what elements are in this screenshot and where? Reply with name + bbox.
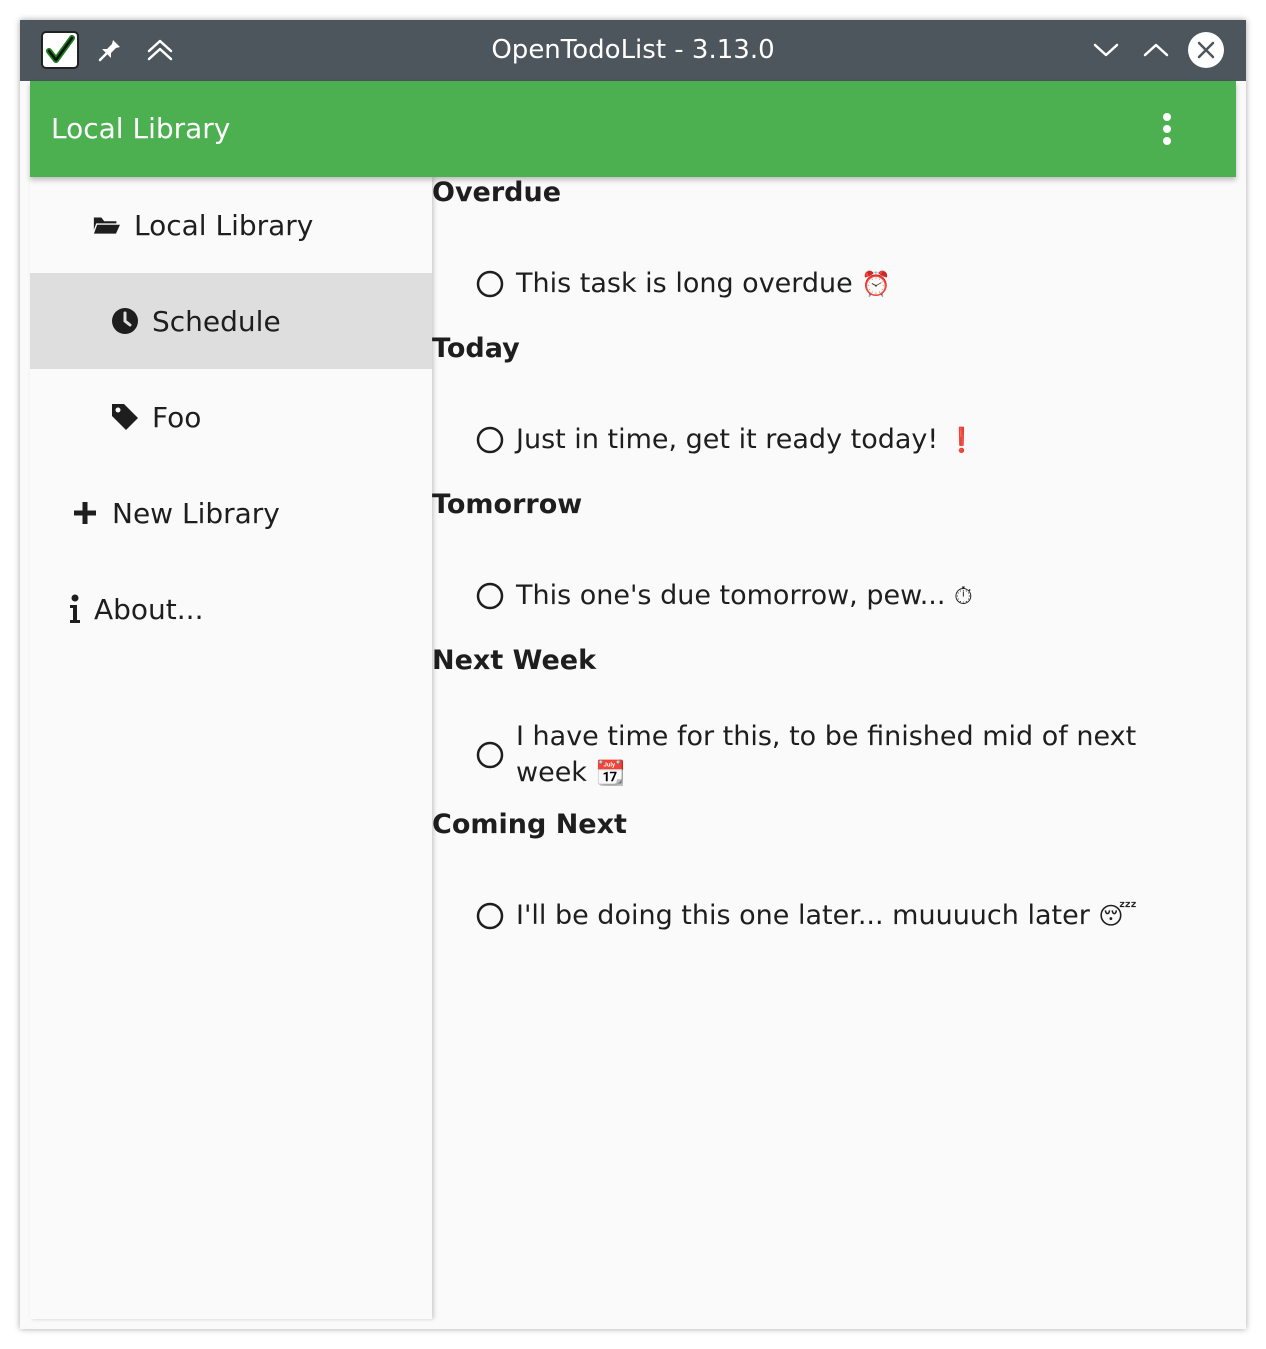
minimize-button[interactable] [1086, 30, 1126, 70]
sidebar-item-label: Schedule [152, 304, 281, 338]
sidebar-item-foo[interactable]: Foo [30, 369, 432, 465]
sidebar-item-schedule[interactable]: Schedule [30, 273, 432, 369]
task-checkbox-icon[interactable] [476, 902, 504, 930]
more-options-icon[interactable] [1152, 109, 1182, 149]
tag-icon [110, 402, 140, 432]
info-icon [64, 594, 86, 624]
sidebar-item-local-library[interactable]: Local Library [30, 177, 432, 273]
sidebar: Local Library Schedule Foo New Library A… [30, 177, 432, 1319]
exclamation-icon: ❗ [946, 426, 977, 454]
sleeping-face-icon: 😴 [1098, 902, 1137, 930]
sidebar-item-label: New Library [112, 496, 280, 530]
sidebar-item-about[interactable]: About... [30, 561, 432, 657]
calendar-icon: 📆 [595, 759, 626, 787]
header-title: Local Library [51, 112, 231, 145]
app-window: OpenTodoList - 3.13.0 Local Library Loca… [20, 20, 1246, 1329]
task-title: I'll be doing this one later... muuuuch … [516, 900, 1090, 931]
folder-open-icon [92, 210, 122, 240]
schedule-view: Overdue This task is long overdue ⏰ Toda… [432, 177, 1236, 1319]
sidebar-item-label: Local Library [134, 208, 314, 242]
alarm-clock-icon: ⏰ [861, 270, 892, 298]
task-item[interactable]: This one's due tomorrow, pew... ⏱ [476, 578, 1196, 614]
sidebar-item-new-library[interactable]: New Library [30, 465, 432, 561]
task-title: This task is long overdue [516, 268, 853, 299]
task-checkbox-icon[interactable] [476, 582, 504, 610]
plus-icon [70, 498, 100, 528]
clock-icon [110, 306, 140, 336]
task-item[interactable]: Just in time, get it ready today! ❗ [476, 422, 1196, 458]
task-item[interactable]: I'll be doing this one later... muuuuch … [476, 898, 1196, 934]
task-title: This one's due tomorrow, pew... [516, 580, 946, 611]
stopwatch-icon: ⏱ [954, 582, 973, 610]
section-title-overdue: Overdue [432, 177, 562, 208]
section-title-tomorrow: Tomorrow [432, 489, 583, 520]
section-title-next-week: Next Week [432, 645, 597, 676]
task-title: Just in time, get it ready today! [516, 424, 939, 455]
section-title-today: Today [432, 333, 520, 364]
window-title: OpenTodoList - 3.13.0 [491, 35, 775, 65]
task-item[interactable]: This task is long overdue ⏰ [476, 266, 1196, 302]
title-bar: OpenTodoList - 3.13.0 [20, 20, 1246, 81]
sidebar-item-label: Foo [152, 400, 202, 434]
task-checkbox-icon[interactable] [476, 426, 504, 454]
sidebar-item-label: About... [94, 592, 204, 626]
close-button[interactable] [1186, 30, 1226, 70]
task-checkbox-icon[interactable] [476, 741, 504, 769]
app-header: Local Library [30, 81, 1236, 177]
task-item[interactable]: I have time for this, to be finished mid… [476, 719, 1196, 791]
task-checkbox-icon[interactable] [476, 270, 504, 298]
section-title-coming-next: Coming Next [432, 809, 627, 840]
maximize-button[interactable] [1136, 30, 1176, 70]
